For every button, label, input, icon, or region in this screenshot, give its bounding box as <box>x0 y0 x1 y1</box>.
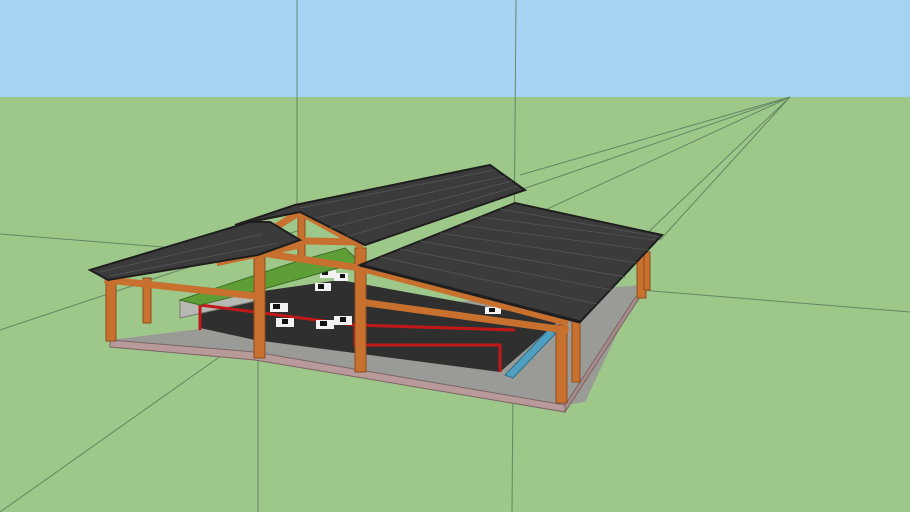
post-back-right-2 <box>643 251 651 291</box>
post-front-left <box>105 277 117 342</box>
modeling-viewport[interactable] <box>0 0 910 512</box>
cow-6 <box>316 320 334 329</box>
scene-canvas[interactable] <box>0 0 910 512</box>
post-right-front <box>555 324 568 404</box>
cow-4 <box>270 303 288 312</box>
cow-7 <box>334 316 352 325</box>
post-right-front-2 <box>571 319 581 383</box>
cow-3 <box>315 283 331 291</box>
cow-2 <box>334 273 348 281</box>
sky-background <box>0 0 910 97</box>
cow-5 <box>276 318 294 327</box>
